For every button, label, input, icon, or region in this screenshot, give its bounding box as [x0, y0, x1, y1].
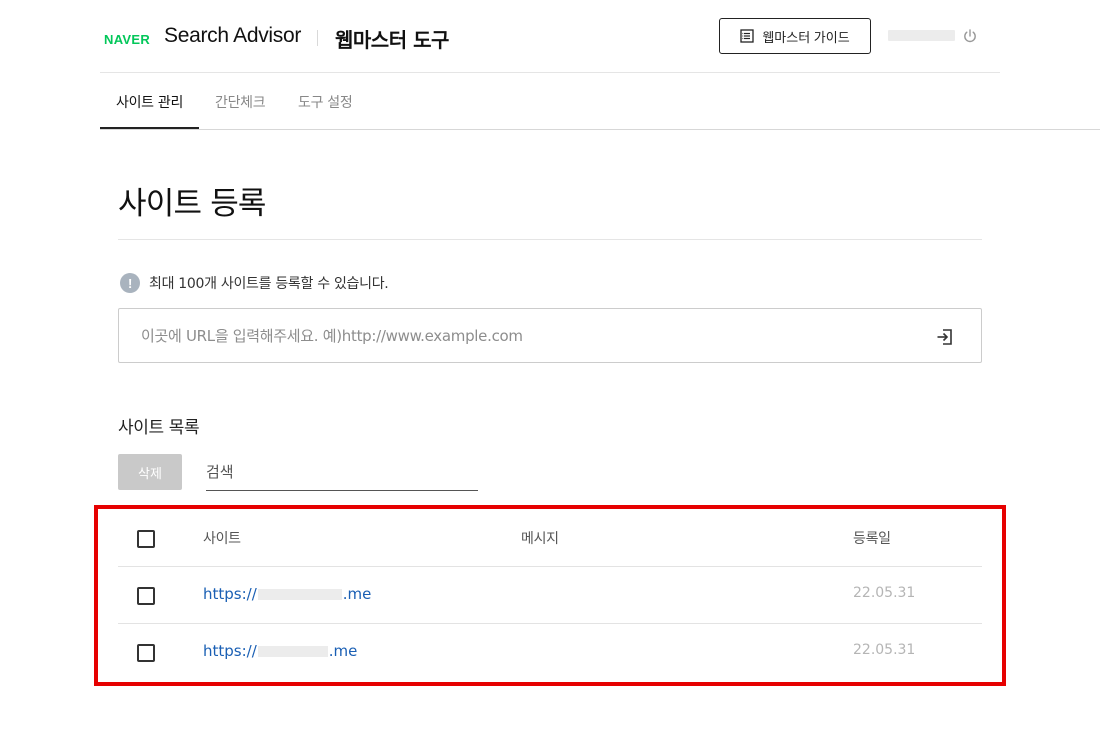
- url-suffix: .me: [342, 585, 372, 603]
- column-header-message: 메시지: [521, 531, 559, 547]
- site-table: 사이트 메시지 등록일 https:// .me 22.05.31 https:…: [118, 510, 982, 681]
- power-icon[interactable]: [962, 28, 978, 44]
- select-all-checkbox[interactable]: [137, 530, 155, 548]
- site-search: [206, 455, 478, 491]
- registration-date: 22.05.31: [853, 585, 916, 601]
- tab-tool-settings[interactable]: 도구 설정: [298, 92, 353, 112]
- header: NAVER Search Advisor 웹마스터 도구 웹마스터 가이드: [100, 0, 1000, 73]
- header-divider: [317, 30, 318, 46]
- column-header-date: 등록일: [853, 531, 891, 547]
- page-section-title: 웹마스터 도구: [335, 28, 449, 52]
- row-checkbox[interactable]: [137, 644, 155, 662]
- row-checkbox[interactable]: [137, 587, 155, 605]
- tab-quick-check[interactable]: 간단체크: [215, 92, 266, 112]
- redacted-domain: [257, 645, 328, 657]
- webmaster-guide-button[interactable]: 웹마스터 가이드: [719, 18, 871, 54]
- site-limit-notice: ! 최대 100개 사이트를 등록할 수 있습니다.: [120, 273, 389, 293]
- notice-text: 최대 100개 사이트를 등록할 수 있습니다.: [149, 276, 389, 292]
- user-account-name[interactable]: [888, 30, 955, 41]
- site-url-link[interactable]: https:// .me: [203, 585, 371, 603]
- url-register-box: [118, 308, 982, 363]
- title-divider: [118, 239, 982, 240]
- submit-enter-icon[interactable]: [935, 327, 955, 347]
- naver-logo[interactable]: NAVER: [104, 32, 150, 47]
- table-row: https:// .me 22.05.31: [118, 567, 982, 624]
- redacted-domain: [257, 588, 342, 600]
- search-input[interactable]: [206, 455, 478, 489]
- url-suffix: .me: [328, 642, 358, 660]
- column-header-site: 사이트: [203, 531, 241, 547]
- webmaster-guide-label: 웹마스터 가이드: [762, 29, 850, 45]
- delete-button[interactable]: 삭제: [118, 454, 182, 490]
- info-icon: !: [120, 273, 140, 293]
- table-row: https:// .me 22.05.31: [118, 624, 982, 681]
- table-header-row: 사이트 메시지 등록일: [118, 510, 982, 567]
- product-name[interactable]: Search Advisor: [164, 24, 301, 48]
- site-url-link[interactable]: https:// .me: [203, 642, 357, 660]
- active-tab-indicator: [100, 127, 199, 129]
- url-input[interactable]: [141, 309, 921, 362]
- url-prefix: https://: [203, 642, 257, 660]
- site-list-title: 사이트 목록: [118, 418, 200, 438]
- url-prefix: https://: [203, 585, 257, 603]
- tab-site-management[interactable]: 사이트 관리: [116, 92, 183, 112]
- main-tabs: 사이트 관리 간단체크 도구 설정: [100, 73, 1100, 130]
- guide-book-icon: [740, 29, 754, 43]
- registration-date: 22.05.31: [853, 642, 916, 658]
- page-title: 사이트 등록: [118, 186, 266, 222]
